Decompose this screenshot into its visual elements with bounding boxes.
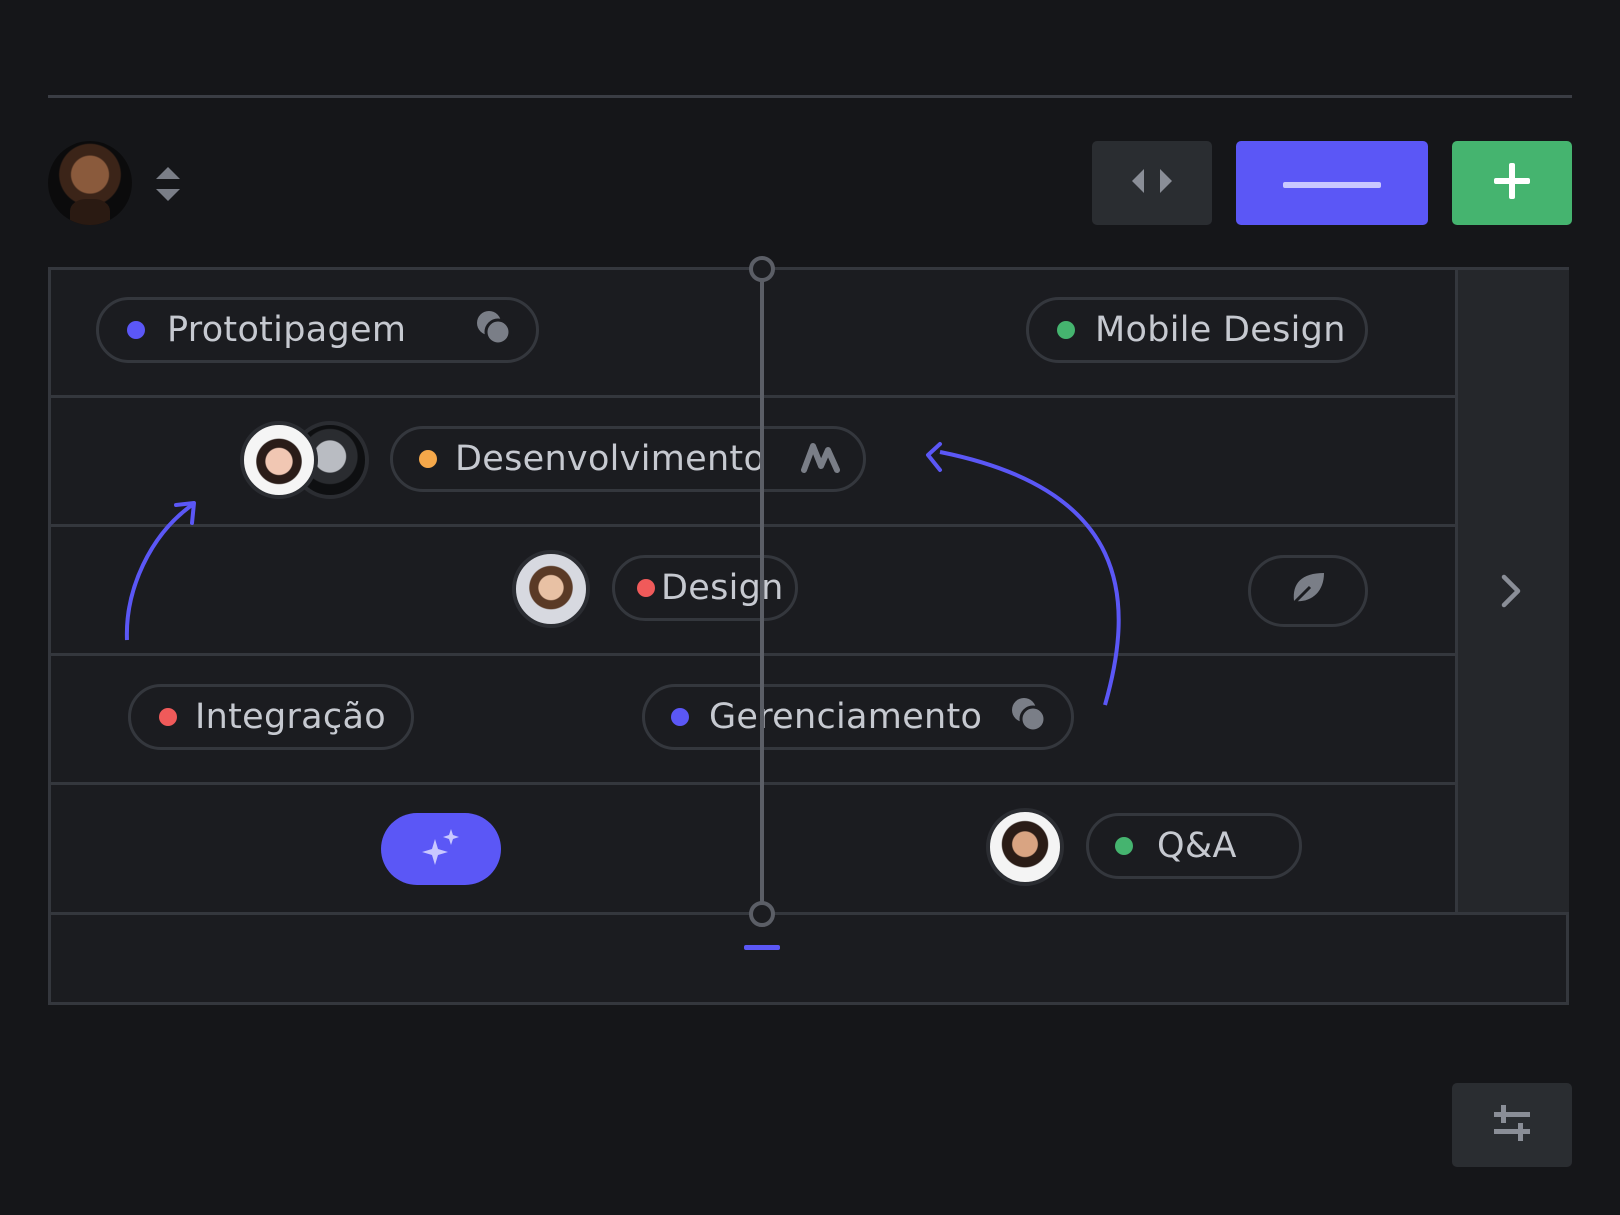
task-label: Prototipagem <box>167 310 407 350</box>
timeline-scrub-handle[interactable] <box>744 945 780 950</box>
user-avatar[interactable] <box>512 550 590 628</box>
user-avatar[interactable] <box>240 421 318 499</box>
sort-updown-icon[interactable] <box>152 165 184 203</box>
status-dot <box>1115 837 1133 855</box>
task-label: Design <box>661 568 784 608</box>
next-button[interactable] <box>1490 568 1534 618</box>
timeline-start-handle[interactable] <box>749 256 775 282</box>
split-horizontal-icon <box>1130 167 1174 199</box>
task-chip-prototipagem[interactable]: Prototipagem <box>96 297 539 363</box>
activity-icon[interactable] <box>801 440 841 478</box>
user-avatar[interactable] <box>986 808 1064 886</box>
plus-icon <box>1492 161 1532 205</box>
add-button[interactable] <box>1452 141 1572 225</box>
row-divider <box>51 524 1455 527</box>
sliders-icon <box>1492 1103 1532 1147</box>
task-chip-gerenciamento[interactable]: Gerenciamento <box>642 684 1074 750</box>
chevron-right-icon <box>1500 573 1524 613</box>
board-footer-divider <box>51 912 1569 915</box>
task-chip-qa[interactable]: Q&A <box>1086 813 1302 879</box>
split-view-button[interactable] <box>1092 141 1212 225</box>
status-dot <box>671 708 689 726</box>
toggle-circles-icon[interactable] <box>1009 695 1049 739</box>
task-label: Mobile Design <box>1095 310 1346 350</box>
task-label: Q&A <box>1157 826 1237 866</box>
timeline-marker[interactable] <box>760 275 764 908</box>
row-divider <box>51 395 1455 398</box>
collapse-button[interactable] <box>1236 141 1428 225</box>
task-label: Integração <box>195 697 386 737</box>
status-dot <box>127 321 145 339</box>
task-label: Gerenciamento <box>709 697 983 737</box>
timeline-board <box>48 267 1569 1005</box>
task-chip-integracao[interactable]: Integração <box>128 684 414 750</box>
task-chip-desenvolvimento[interactable]: Desenvolvimento <box>390 426 866 492</box>
row-divider <box>51 782 1455 785</box>
task-label: Desenvolvimento <box>455 439 766 479</box>
task-chip-design[interactable]: Design <box>612 555 798 621</box>
ai-sparkle-button[interactable] <box>381 813 501 885</box>
sparkle-icon <box>419 827 463 871</box>
leaf-button[interactable] <box>1248 555 1368 627</box>
toggle-circles-icon[interactable] <box>474 308 514 352</box>
minus-icon <box>1283 174 1381 193</box>
row-divider <box>51 653 1455 656</box>
leaf-icon <box>1288 569 1328 613</box>
status-dot <box>159 708 177 726</box>
status-dot <box>419 450 437 468</box>
status-dot <box>637 579 655 597</box>
task-chip-mobile-design[interactable]: Mobile Design <box>1026 297 1368 363</box>
user-avatar[interactable] <box>48 141 132 225</box>
timeline-end-handle[interactable] <box>749 901 775 927</box>
top-divider <box>48 95 1572 98</box>
filter-settings-button[interactable] <box>1452 1083 1572 1167</box>
status-dot <box>1057 321 1075 339</box>
